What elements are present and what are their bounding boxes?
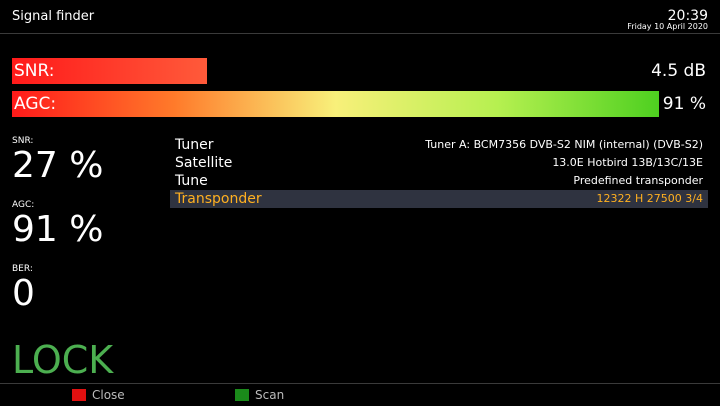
green-key-icon bbox=[235, 389, 249, 401]
info-key: Satellite bbox=[175, 155, 233, 171]
info-row-tune[interactable]: Tune Predefined transponder bbox=[170, 172, 708, 190]
info-value: 13.0E Hotbird 13B/13C/13E bbox=[552, 156, 703, 169]
info-key: Tuner bbox=[175, 137, 214, 153]
agc-bar-label: AGC: bbox=[14, 94, 57, 114]
close-button-label: Close bbox=[92, 388, 125, 402]
close-button[interactable]: Close bbox=[72, 388, 125, 402]
snr-bar-label: SNR: bbox=[14, 61, 55, 81]
screen-title: Signal finder bbox=[12, 9, 95, 24]
signal-stats: SNR: 27 % AGC: 91 % BER: 0 bbox=[12, 136, 162, 314]
agc-stat-value: 91 % bbox=[12, 209, 104, 250]
info-value: Predefined transponder bbox=[573, 174, 703, 187]
tuner-info-list[interactable]: Tuner Tuner A: BCM7356 DVB-S2 NIM (inter… bbox=[170, 136, 708, 208]
header-bar: Signal finder 20:39 Friday 10 April 2020 bbox=[0, 0, 720, 34]
red-key-icon bbox=[72, 389, 86, 401]
info-row-transponder[interactable]: Transponder 12322 H 27500 3/4 bbox=[170, 190, 708, 208]
agc-bar-value: 91 % bbox=[662, 94, 706, 114]
scan-button-label: Scan bbox=[255, 388, 285, 402]
info-key: Transponder bbox=[175, 191, 262, 207]
footer-bar: Close Scan bbox=[0, 383, 720, 406]
snr-bar-value: 4.5 dB bbox=[651, 61, 706, 81]
info-row-tuner[interactable]: Tuner Tuner A: BCM7356 DVB-S2 NIM (inter… bbox=[170, 136, 708, 154]
clock-date: Friday 10 April 2020 bbox=[627, 22, 708, 31]
snr-stat-value: 27 % bbox=[12, 145, 104, 186]
ber-stat-value: 0 bbox=[12, 273, 35, 314]
lock-status: LOCK bbox=[12, 338, 114, 382]
agc-bar: AGC: 91 % bbox=[12, 91, 708, 117]
snr-bar: SNR: 4.5 dB bbox=[12, 58, 708, 84]
info-value: Tuner A: BCM7356 DVB-S2 NIM (internal) (… bbox=[425, 138, 703, 151]
info-row-satellite[interactable]: Satellite 13.0E Hotbird 13B/13C/13E bbox=[170, 154, 708, 172]
info-value: 12322 H 27500 3/4 bbox=[596, 192, 703, 205]
scan-button[interactable]: Scan bbox=[235, 388, 284, 402]
info-key: Tune bbox=[175, 173, 208, 189]
agc-bar-fill bbox=[12, 91, 659, 117]
